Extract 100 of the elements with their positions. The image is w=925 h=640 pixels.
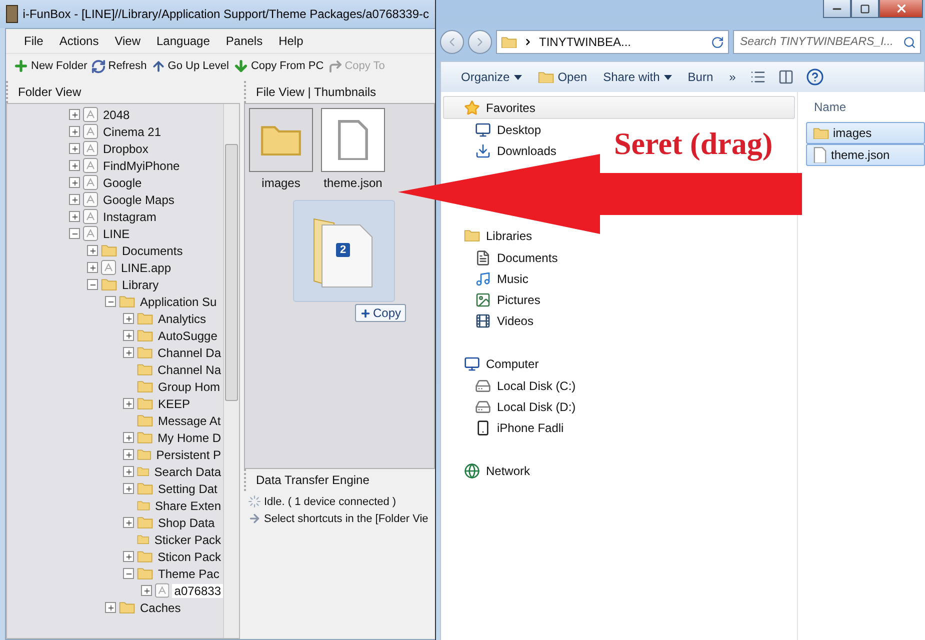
tree-item[interactable]: Cinema 21	[101, 124, 164, 138]
nav-item[interactable]: Local Disk (C:)	[443, 375, 576, 396]
forward-button[interactable]	[468, 30, 492, 54]
tree-item[interactable]: Sticon Pack	[156, 550, 223, 564]
nav-group[interactable]: Libraries	[443, 224, 534, 247]
tree-item[interactable]: Documents	[120, 244, 185, 258]
expander-icon[interactable]	[141, 585, 152, 596]
column-header[interactable]: Name	[806, 96, 925, 118]
toolbar-button[interactable]: Refresh	[90, 58, 148, 74]
expander-icon[interactable]	[69, 109, 80, 120]
toolbar-button[interactable]: Go Up Level	[150, 58, 230, 74]
tree-item[interactable]: a076833	[172, 584, 223, 598]
scrollbar-thumb[interactable]	[225, 144, 238, 401]
command-button[interactable]: Open	[536, 70, 590, 84]
expander-icon[interactable]	[87, 262, 98, 273]
expander-icon[interactable]	[123, 330, 134, 341]
expander-icon[interactable]	[105, 296, 116, 307]
expander-icon[interactable]	[69, 126, 80, 137]
nav-item[interactable]: Pictures	[443, 289, 540, 310]
expander-icon[interactable]	[123, 432, 134, 443]
tree-item[interactable]: Share Exten	[152, 498, 223, 512]
scrollbar[interactable]	[223, 104, 239, 638]
back-button[interactable]	[440, 30, 464, 54]
help-icon[interactable]	[806, 68, 824, 86]
expander-icon[interactable]	[105, 602, 116, 613]
expander-icon[interactable]	[69, 211, 80, 222]
maximize-button[interactable]	[851, 0, 879, 18]
nav-item[interactable]: iPhone Fadli	[443, 417, 564, 438]
file-row[interactable]: images	[806, 122, 925, 144]
tree-item[interactable]: Group Hom	[156, 380, 222, 394]
tree-item[interactable]: Application Su	[138, 294, 219, 308]
tree-item[interactable]: Google Maps	[101, 192, 176, 206]
thumbnail[interactable]	[249, 108, 313, 172]
file-row[interactable]: theme.json	[806, 144, 925, 166]
toolbar-button[interactable]: New Folder	[12, 58, 88, 74]
menu-item[interactable]: Actions	[53, 32, 105, 50]
menu-item[interactable]: Help	[272, 32, 310, 50]
close-button[interactable]	[879, 0, 923, 18]
tree-item[interactable]: 2048	[101, 108, 132, 122]
nav-item[interactable]: Local Disk (D:)	[443, 396, 576, 417]
nav-item[interactable]: Music	[443, 268, 528, 289]
tree-item[interactable]: Sticker Pack	[152, 532, 223, 546]
view-icon[interactable]	[750, 69, 766, 85]
nav-item[interactable]: Documents	[443, 247, 558, 268]
tree-item[interactable]: Search Data	[152, 464, 223, 478]
tree-item[interactable]: Library	[120, 278, 161, 292]
tree-item[interactable]: KEEP	[156, 396, 192, 410]
expander-icon[interactable]	[123, 517, 134, 528]
menu-item[interactable]: File	[18, 32, 50, 50]
tree-item[interactable]: Theme Pac	[156, 566, 222, 580]
menu-item[interactable]: View	[108, 32, 146, 50]
tree-item[interactable]: Analytics	[156, 312, 208, 326]
nav-group[interactable]: Favorites	[443, 96, 795, 119]
tree-item[interactable]: Message At	[156, 414, 223, 428]
expander-icon[interactable]	[69, 194, 80, 205]
expander-icon[interactable]	[87, 279, 98, 290]
tree-item[interactable]: Dropbox	[101, 142, 150, 156]
tree-item[interactable]: LINE.app	[119, 260, 174, 274]
preview-pane-icon[interactable]	[778, 69, 794, 85]
expander-icon[interactable]	[123, 449, 134, 460]
tree-item[interactable]: Persistent P	[154, 448, 223, 462]
tree-item[interactable]: FindMyiPhone	[101, 158, 182, 172]
tree-item[interactable]: LINE	[101, 226, 132, 240]
expander-icon[interactable]	[123, 466, 134, 477]
expander-icon[interactable]	[123, 313, 134, 324]
nav-group[interactable]: Computer	[443, 352, 540, 375]
thumbnail[interactable]	[321, 108, 385, 172]
expander-icon[interactable]	[69, 143, 80, 154]
expander-icon[interactable]	[69, 228, 80, 239]
menu-item[interactable]: Language	[150, 32, 216, 50]
tree-item[interactable]: My Home D	[156, 430, 223, 444]
expander-icon[interactable]	[123, 398, 134, 409]
command-button[interactable]: »	[727, 70, 738, 84]
tree-item[interactable]: AutoSugge	[156, 328, 220, 342]
minimize-button[interactable]	[823, 0, 851, 18]
tree-item[interactable]: Google	[101, 176, 144, 190]
expander-icon[interactable]	[69, 160, 80, 171]
command-button[interactable]: Organize	[459, 70, 524, 84]
refresh-icon[interactable]	[711, 36, 724, 48]
command-button[interactable]: Share with	[601, 70, 674, 84]
expander-icon[interactable]	[69, 177, 80, 188]
nav-item[interactable]: Desktop	[443, 119, 542, 140]
tree-item[interactable]: Shop Data	[156, 516, 217, 530]
tree-item[interactable]: Instagram	[101, 210, 158, 224]
expander-icon[interactable]	[123, 568, 134, 579]
tree-item[interactable]: Channel Da	[156, 346, 223, 360]
nav-group[interactable]: Network	[443, 459, 532, 482]
expander-icon[interactable]	[123, 347, 134, 358]
expander-icon[interactable]	[123, 483, 134, 494]
tree-item[interactable]: Caches	[138, 600, 183, 614]
nav-item[interactable]: Videos	[443, 310, 534, 331]
tree-item[interactable]: Channel Na	[156, 362, 223, 376]
address-bar[interactable]: TINYTWINBEA...	[496, 30, 729, 54]
nav-item[interactable]: Downloads	[443, 140, 556, 161]
search-field[interactable]: Search TINYTWINBEARS_I...	[733, 30, 921, 54]
menu-item[interactable]: Panels	[220, 32, 269, 50]
expander-icon[interactable]	[123, 551, 134, 562]
expander-icon[interactable]	[87, 245, 98, 256]
toolbar-button[interactable]: Copy From PC	[232, 58, 325, 74]
tree-item[interactable]: Setting Dat	[156, 482, 220, 496]
